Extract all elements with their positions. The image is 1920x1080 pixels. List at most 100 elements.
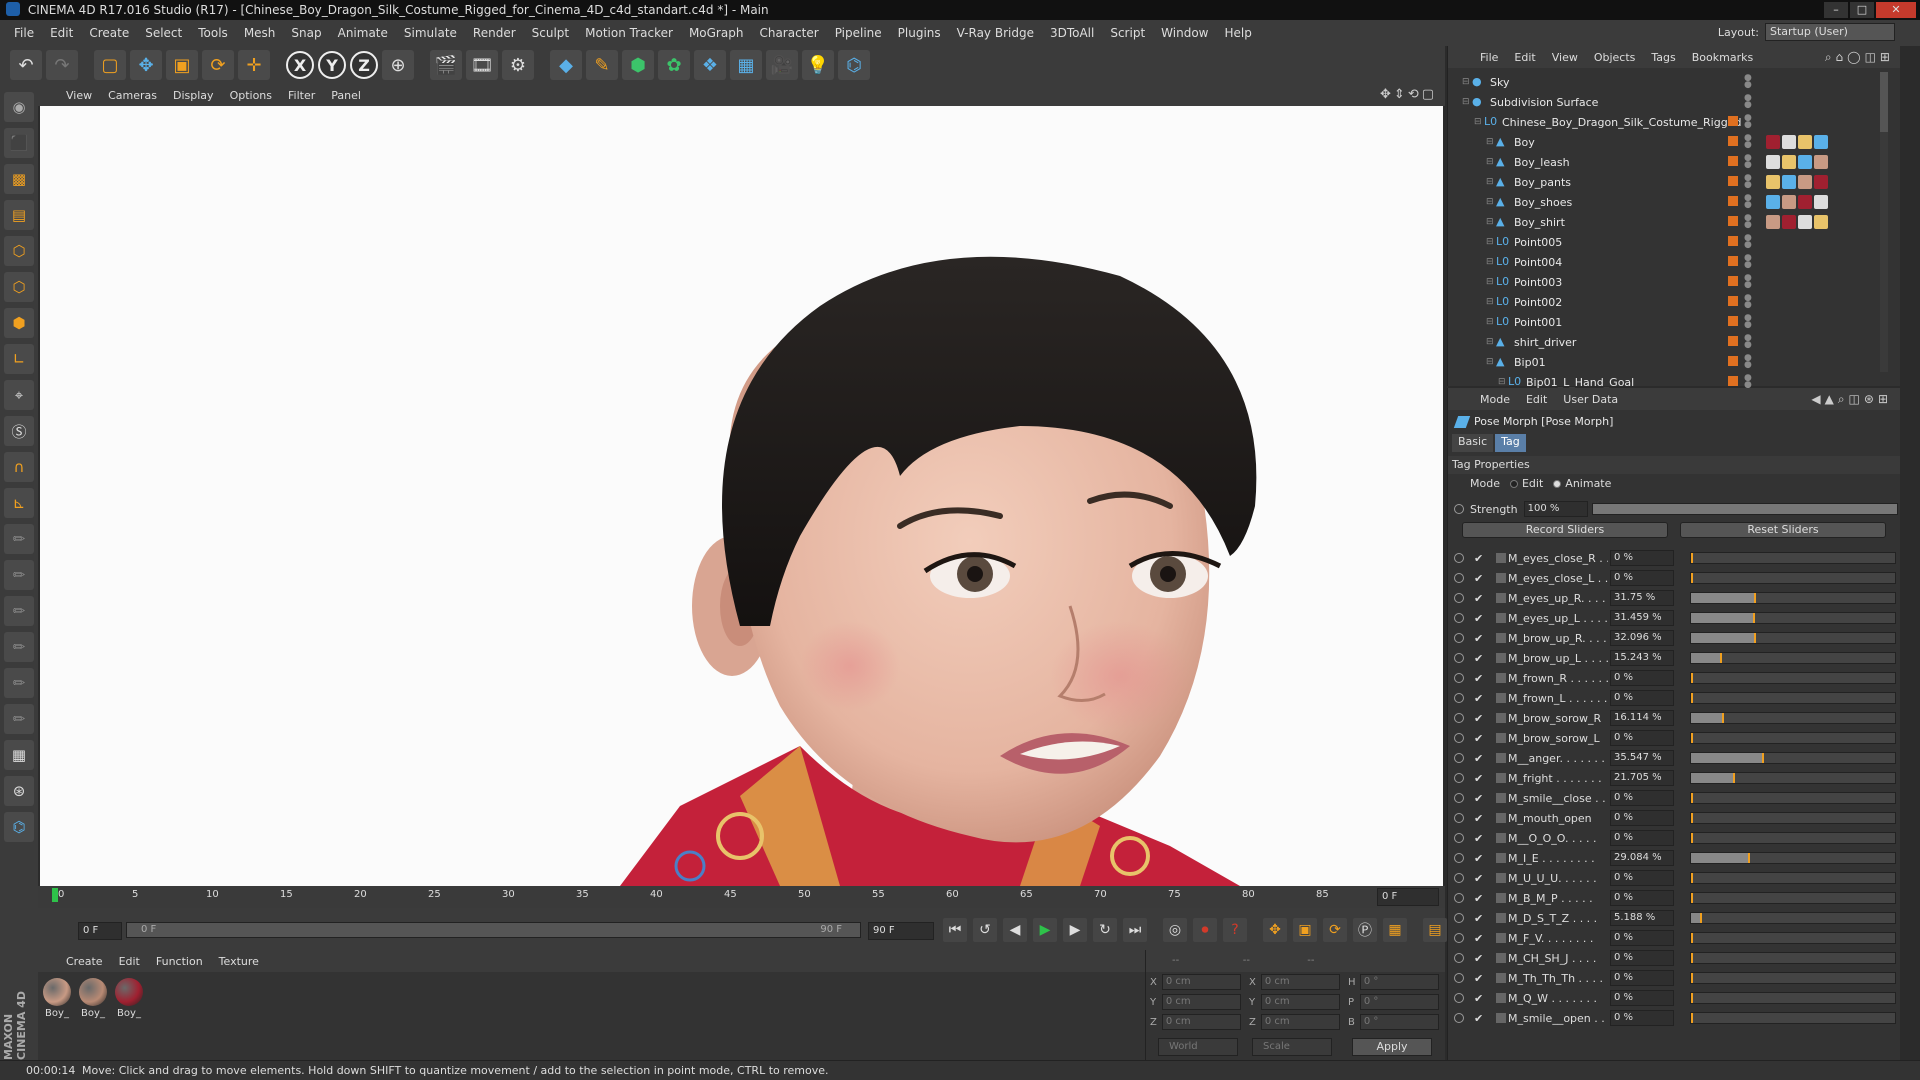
object-name[interactable]: shirt_driver bbox=[1514, 336, 1576, 349]
brush-3-icon[interactable]: ✏ bbox=[4, 596, 34, 626]
visibility-dots-icon[interactable]: ● ● bbox=[1744, 234, 1752, 250]
go-to-end-icon[interactable]: ⏭ bbox=[1123, 918, 1147, 942]
enable-checkbox[interactable]: ✔ bbox=[1474, 992, 1488, 1005]
morph-value-field[interactable]: 16.114 % bbox=[1610, 710, 1674, 726]
object-name[interactable]: Point002 bbox=[1514, 296, 1562, 309]
object-manager-scrollbar[interactable] bbox=[1880, 72, 1888, 372]
am-menu-mode[interactable]: Mode bbox=[1472, 393, 1518, 406]
visibility-dots-icon[interactable]: ● ● bbox=[1744, 354, 1752, 370]
visibility-dots-icon[interactable]: ● ● bbox=[1744, 134, 1752, 150]
strength-anim-icon[interactable] bbox=[1454, 504, 1464, 514]
morph-value-field[interactable]: 0 % bbox=[1610, 1010, 1674, 1026]
timeline-window-icon[interactable]: ▤ bbox=[1423, 918, 1447, 942]
tab-basic[interactable]: Basic bbox=[1452, 434, 1494, 452]
attribute-nav-icons[interactable]: ◀▲⌕◫⊛⊞ bbox=[1811, 392, 1892, 407]
coordinate-field[interactable]: 0 ° bbox=[1359, 974, 1439, 990]
coordinate-mode-dropdown[interactable]: Scale bbox=[1252, 1038, 1332, 1056]
morph-value-field[interactable]: 0 % bbox=[1610, 930, 1674, 946]
morph-value-field[interactable]: 35.547 % bbox=[1610, 750, 1674, 766]
viewport-menu-cameras[interactable]: Cameras bbox=[100, 89, 165, 102]
object-name[interactable]: Chinese_Boy_Dragon_Silk_Costume_Rigged bbox=[1502, 116, 1741, 129]
animate-circle-icon[interactable] bbox=[1454, 913, 1464, 923]
menu-v-ray-bridge[interactable]: V-Ray Bridge bbox=[949, 26, 1042, 40]
expand-icon[interactable]: ⊟ bbox=[1486, 337, 1496, 347]
morph-slider-track[interactable] bbox=[1690, 852, 1896, 864]
object-row[interactable]: ⊟ L0 Point003 ● ● bbox=[1448, 272, 1888, 292]
layer-color-icon[interactable] bbox=[1728, 296, 1738, 306]
object-name[interactable]: Sky bbox=[1490, 76, 1509, 89]
recent-tool-icon[interactable]: ✛ bbox=[238, 50, 270, 80]
expand-icon[interactable]: ⊟ bbox=[1462, 77, 1472, 87]
tag-icon[interactable] bbox=[1798, 215, 1812, 229]
material-menu-function[interactable]: Function bbox=[148, 955, 211, 968]
visibility-dots-icon[interactable]: ● ● bbox=[1744, 274, 1752, 290]
enable-checkbox[interactable]: ✔ bbox=[1474, 912, 1488, 925]
object-row[interactable]: ⊟ ▲ Boy_pants ● ● bbox=[1448, 172, 1888, 192]
current-frame-field[interactable]: 0 F bbox=[1377, 888, 1439, 906]
tweak-mode-icon[interactable]: ⌖ bbox=[4, 380, 34, 410]
deformer-icon[interactable]: ❖ bbox=[694, 50, 726, 80]
object-name[interactable]: Bip01_L_Hand_Goal bbox=[1526, 376, 1634, 389]
menu-file[interactable]: File bbox=[6, 26, 42, 40]
animate-circle-icon[interactable] bbox=[1454, 713, 1464, 723]
3d-viewport[interactable] bbox=[40, 106, 1443, 886]
checker-lock-icon[interactable]: ▦ bbox=[4, 740, 34, 770]
tag-icon[interactable] bbox=[1782, 135, 1796, 149]
morph-value-field[interactable]: 29.084 % bbox=[1610, 850, 1674, 866]
layer-color-icon[interactable] bbox=[1728, 356, 1738, 366]
enable-checkbox[interactable]: ✔ bbox=[1474, 572, 1488, 585]
morph-value-field[interactable]: 32.096 % bbox=[1610, 630, 1674, 646]
render-settings-icon[interactable]: ⚙ bbox=[502, 50, 534, 80]
expand-icon[interactable]: ⊟ bbox=[1486, 237, 1496, 247]
menu-render[interactable]: Render bbox=[465, 26, 524, 40]
enable-checkbox[interactable]: ✔ bbox=[1474, 892, 1488, 905]
object-row[interactable]: ⊟ ▲ Boy_shirt ● ● bbox=[1448, 212, 1888, 232]
menu-character[interactable]: Character bbox=[751, 26, 826, 40]
tag-icon[interactable] bbox=[1814, 155, 1828, 169]
layer-color-icon[interactable] bbox=[1728, 136, 1738, 146]
snap-icon[interactable]: Ⓢ bbox=[4, 416, 34, 446]
expand-icon[interactable]: ⊟ bbox=[1486, 257, 1496, 267]
morph-slider-track[interactable] bbox=[1690, 1012, 1896, 1024]
viewport-menu-panel[interactable]: Panel bbox=[323, 89, 369, 102]
tag-icon[interactable] bbox=[1814, 135, 1828, 149]
morph-value-field[interactable]: 0 % bbox=[1610, 890, 1674, 906]
visibility-dots-icon[interactable]: ● ● bbox=[1744, 374, 1752, 390]
object-row[interactable]: ⊟ ▲ Boy_leash ● ● bbox=[1448, 152, 1888, 172]
layer-color-icon[interactable] bbox=[1728, 156, 1738, 166]
object-name[interactable]: Subdivision Surface bbox=[1490, 96, 1598, 109]
expand-icon[interactable]: ⊟ bbox=[1486, 277, 1496, 287]
morph-value-field[interactable]: 0 % bbox=[1610, 550, 1674, 566]
morph-slider-track[interactable] bbox=[1690, 692, 1896, 704]
visibility-dots-icon[interactable]: ● ● bbox=[1744, 94, 1752, 110]
object-row[interactable]: ⊟ L0 Point001 ● ● bbox=[1448, 312, 1888, 332]
morph-value-field[interactable]: 0 % bbox=[1610, 950, 1674, 966]
om-menu-view[interactable]: View bbox=[1544, 51, 1586, 64]
menu-plugins[interactable]: Plugins bbox=[890, 26, 949, 40]
enable-checkbox[interactable]: ✔ bbox=[1474, 552, 1488, 565]
animate-circle-icon[interactable] bbox=[1454, 693, 1464, 703]
enable-checkbox[interactable]: ✔ bbox=[1474, 812, 1488, 825]
material-swatch[interactable]: Boy_ bbox=[78, 978, 108, 1019]
morph-value-field[interactable]: 0 % bbox=[1610, 990, 1674, 1006]
animate-circle-icon[interactable] bbox=[1454, 733, 1464, 743]
tag-icon[interactable] bbox=[1766, 195, 1780, 209]
reset-sliders-button[interactable]: Reset Sliders bbox=[1680, 522, 1886, 538]
timeline-ruler[interactable]: 051015202530354045505560657075808590 0 F bbox=[38, 886, 1445, 908]
menu-window[interactable]: Window bbox=[1153, 26, 1216, 40]
edges-mode-icon[interactable]: ⬡ bbox=[4, 272, 34, 302]
enable-checkbox[interactable]: ✔ bbox=[1474, 772, 1488, 785]
object-name[interactable]: Boy_shirt bbox=[1514, 216, 1565, 229]
tag-icon[interactable] bbox=[1814, 195, 1828, 209]
menu-help[interactable]: Help bbox=[1216, 26, 1259, 40]
object-name[interactable]: Point001 bbox=[1514, 316, 1562, 329]
menu-simulate[interactable]: Simulate bbox=[396, 26, 465, 40]
coordinate-field[interactable]: 0 cm bbox=[1260, 974, 1340, 990]
om-menu-tags[interactable]: Tags bbox=[1643, 51, 1683, 64]
python-icon[interactable]: ⌬ bbox=[838, 50, 870, 80]
enable-checkbox[interactable]: ✔ bbox=[1474, 1012, 1488, 1025]
tag-icon[interactable] bbox=[1766, 215, 1780, 229]
animate-circle-icon[interactable] bbox=[1454, 933, 1464, 943]
material-menu-edit[interactable]: Edit bbox=[111, 955, 148, 968]
tag-icon[interactable] bbox=[1798, 135, 1812, 149]
